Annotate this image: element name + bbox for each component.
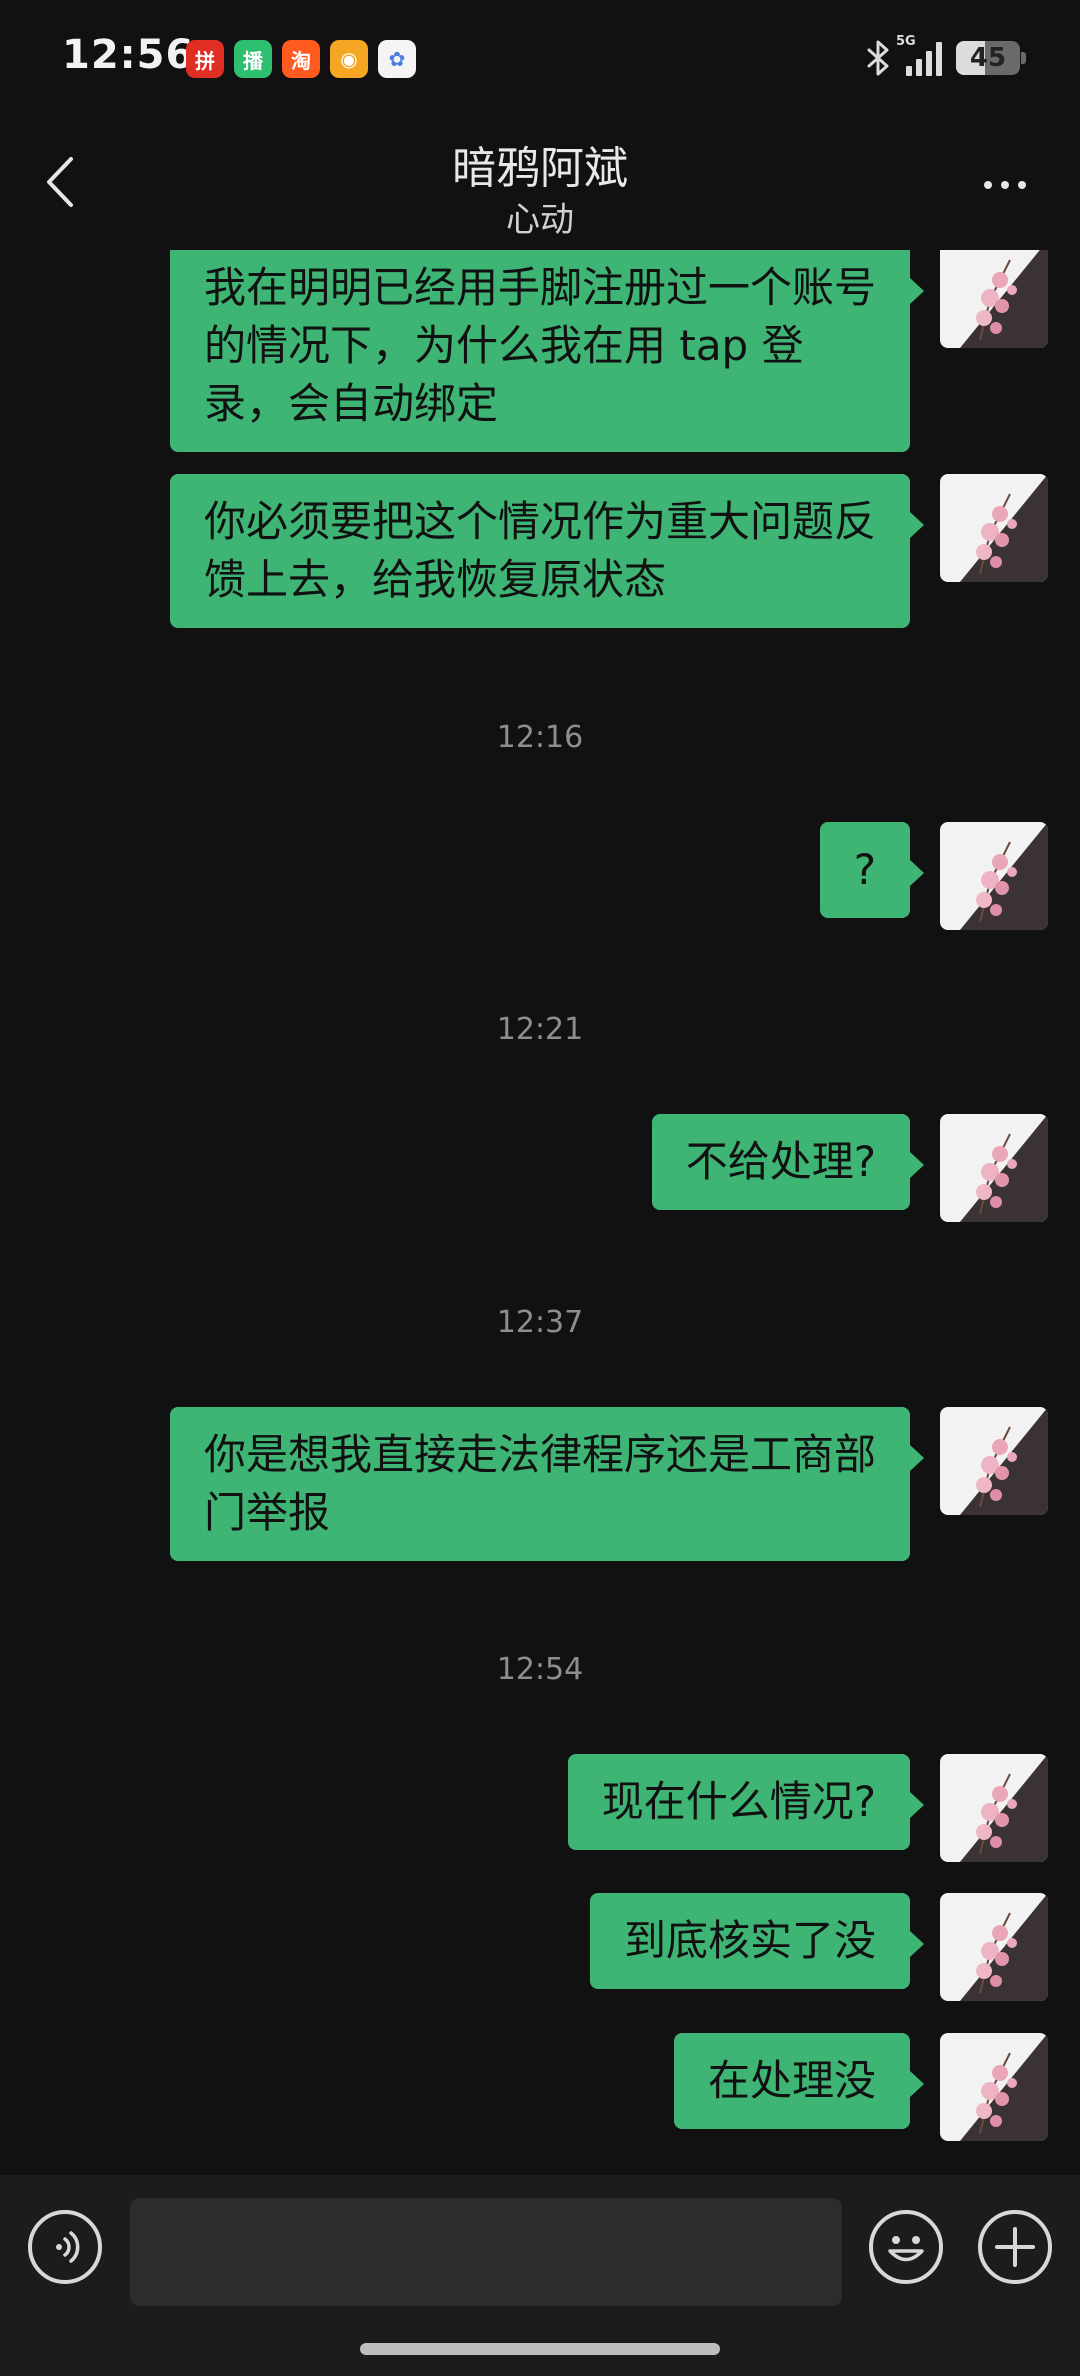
message-bubble[interactable]: 我在明明已经用手脚注册过一个账号的情况下，为什么我在用 tap 登录，会自动绑定	[170, 250, 924, 452]
avatar[interactable]	[940, 1893, 1048, 2001]
sent-message: ?	[819, 822, 1048, 930]
avatar[interactable]	[940, 474, 1048, 582]
avatar[interactable]	[940, 1407, 1048, 1515]
sent-message: 你必须要把这个情况作为重大问题反馈上去，给我恢复原状态	[170, 474, 1048, 628]
message-bubble[interactable]: 不给处理?	[651, 1114, 925, 1210]
voice-input-button[interactable]	[28, 2210, 102, 2284]
chat-subtitle: 心动	[506, 200, 574, 240]
more-options-button[interactable]	[970, 160, 1040, 210]
input-bar	[0, 2175, 1080, 2376]
plus-icon	[995, 2227, 1035, 2267]
avatar-image	[940, 1407, 1048, 1515]
status-time: 12:56	[62, 32, 195, 78]
message-bubble[interactable]: 在处理没	[673, 2033, 925, 2129]
sent-message: 不给处理?	[651, 1114, 1048, 1222]
chat-title: 暗鸦阿斌	[452, 143, 628, 194]
message-list[interactable]: 我在明明已经用手脚注册过一个账号的情况下，为什么我在用 tap 登录，会自动绑定…	[0, 250, 1080, 2175]
avatar[interactable]	[940, 1114, 1048, 1222]
bluetooth-icon	[867, 40, 889, 76]
message-bubble[interactable]: 到底核实了没	[589, 1893, 925, 1989]
message-timestamp: 12:54	[496, 1652, 584, 1687]
home-indicator[interactable]	[360, 2343, 720, 2355]
status-bar: 12:56 拼播淘 ◉ ✿ 5G 45	[0, 0, 1080, 120]
message-input[interactable]	[130, 2198, 842, 2306]
avatar-image	[940, 250, 1048, 348]
battery-icon: 45	[956, 41, 1026, 75]
avatar[interactable]	[940, 1754, 1048, 1862]
smiley-icon	[888, 2236, 924, 2262]
more-icon	[984, 181, 992, 189]
avatar-image	[940, 1893, 1048, 2001]
message-bubble[interactable]: 你是想我直接走法律程序还是工商部门举报	[170, 1407, 924, 1561]
battery-level: 45	[969, 43, 1007, 73]
message-timestamp: 12:16	[496, 720, 584, 755]
sent-message: 你是想我直接走法律程序还是工商部门举报	[170, 1407, 1048, 1561]
voice-icon	[56, 2231, 80, 2263]
taobao-icon: 淘	[282, 40, 320, 78]
notification-app-icons: 拼播淘 ◉ ✿	[186, 40, 416, 78]
message-timestamp: 12:37	[496, 1305, 584, 1340]
avatar-image	[940, 1754, 1048, 1862]
cellular-signal-icon: 5G	[896, 34, 942, 76]
sent-message: 到底核实了没	[589, 1893, 1048, 2001]
message-bubble[interactable]: 现在什么情况?	[567, 1754, 925, 1850]
sent-message: 现在什么情况?	[567, 1754, 1048, 1862]
sent-message: 我在明明已经用手脚注册过一个账号的情况下，为什么我在用 tap 登录，会自动绑定	[170, 250, 1048, 452]
message-bubble[interactable]: 你必须要把这个情况作为重大问题反馈上去，给我恢复原状态	[170, 474, 924, 628]
avatar[interactable]	[940, 822, 1048, 930]
network-type-label: 5G	[896, 34, 916, 49]
avatar[interactable]	[940, 250, 1048, 348]
pinduoduo-icon: 拼	[186, 40, 224, 78]
sent-message: 在处理没	[673, 2033, 1048, 2141]
chat-screen: 12:56 拼播淘 ◉ ✿ 5G 45 暗鸦阿斌 心动 我在明明已经用手脚注册过…	[0, 0, 1080, 2376]
avatar-image	[940, 2033, 1048, 2141]
emoji-button[interactable]	[869, 2210, 943, 2284]
chat-header: 暗鸦阿斌 心动	[0, 120, 1080, 250]
status-indicators: 5G 45	[866, 34, 1026, 78]
message-bubble[interactable]: ?	[819, 822, 925, 918]
message-timestamp: 12:21	[496, 1012, 584, 1047]
avatar-image	[940, 1114, 1048, 1222]
weibo-icon: ◉	[330, 40, 368, 78]
avatar-image	[940, 822, 1048, 930]
more-functions-button[interactable]	[978, 2210, 1052, 2284]
avatar-image	[940, 474, 1048, 582]
cloud-icon: ✿	[378, 40, 416, 78]
bobo-icon: 播	[234, 40, 272, 78]
avatar[interactable]	[940, 2033, 1048, 2141]
